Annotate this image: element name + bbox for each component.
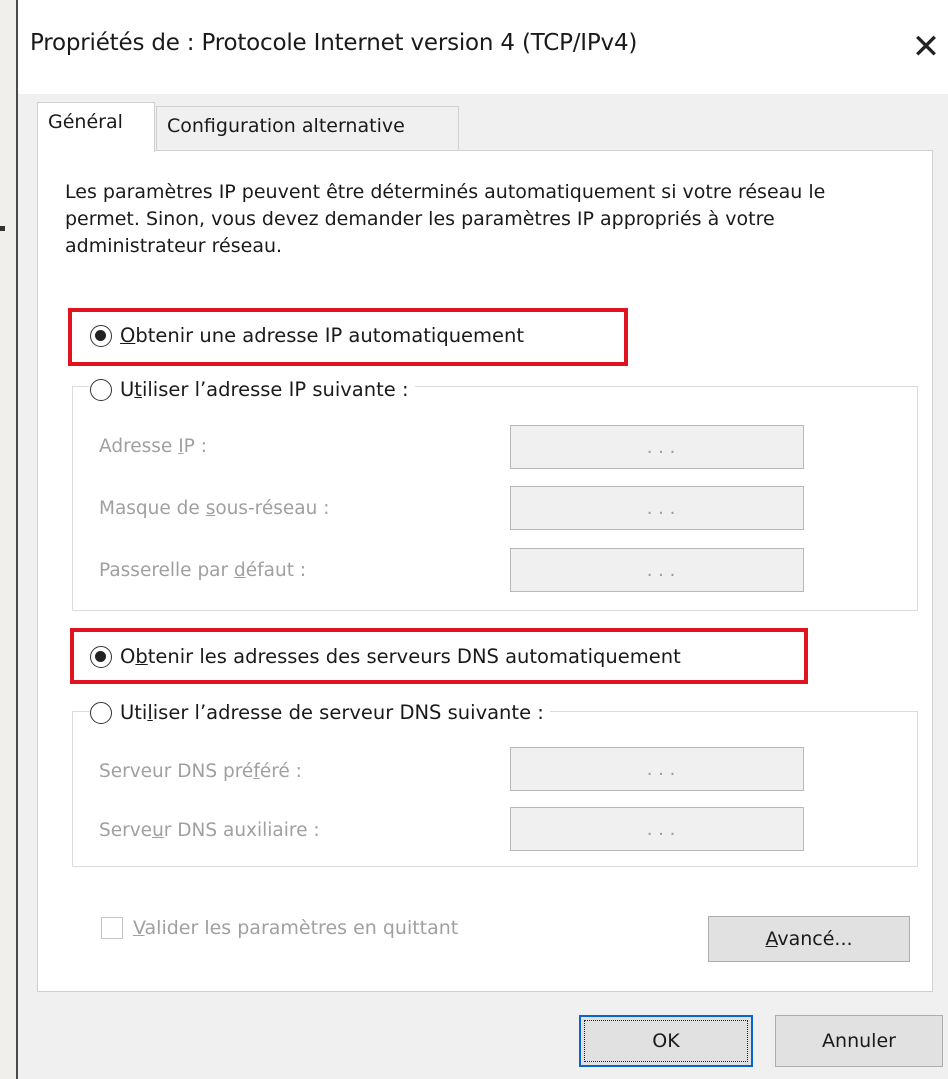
validate-on-exit-checkbox[interactable]: Valider les paramètres en quittant <box>101 917 458 939</box>
default-gateway-input[interactable]: . . . <box>510 548 804 592</box>
alternate-dns-label: Serveur DNS auxiliaire : <box>99 820 320 841</box>
radio-use-ip-manual[interactable]: Utiliser l’adresse IP suivante : <box>90 378 415 401</box>
default-gateway-label: Passerelle par défaut : <box>99 560 307 581</box>
advanced-button[interactable]: Avancé... <box>708 916 910 962</box>
tab-general[interactable]: Général <box>37 102 155 152</box>
tab-alternative-label: Configuration alternative <box>167 115 405 137</box>
background-mark <box>0 226 5 231</box>
radio-obtain-ip-auto[interactable]: Obtenir une adresse IP automatiquement <box>90 324 531 347</box>
focus-rectangle <box>584 1020 748 1062</box>
checkbox-unchecked[interactable] <box>101 917 123 939</box>
radio-button-checked[interactable] <box>90 324 112 347</box>
general-panel: Les paramètres IP peuvent être déterminé… <box>37 150 933 992</box>
radio-button-checked[interactable] <box>90 645 112 668</box>
radio-obtain-dns-auto[interactable]: Obtenir les adresses des serveurs DNS au… <box>90 645 687 668</box>
alternate-dns-input[interactable]: . . . <box>510 807 804 851</box>
title-bar: Propriétés de : Protocole Internet versi… <box>18 0 948 94</box>
subnet-mask-input[interactable]: . . . <box>510 486 804 530</box>
preferred-dns-label: Serveur DNS préféré : <box>99 761 302 782</box>
radio-button-unchecked[interactable] <box>90 378 112 401</box>
tab-general-label: Général <box>48 111 123 133</box>
subnet-mask-label: Masque de sous-réseau : <box>99 498 330 519</box>
obtain-dns-auto-label: Obtenir les adresses des serveurs DNS au… <box>120 645 681 668</box>
use-dns-manual-label: Utiliser l’adresse de serveur DNS suivan… <box>120 701 544 724</box>
ip-address-label: Adresse IP : <box>99 436 207 457</box>
radio-use-dns-manual[interactable]: Utiliser l’adresse de serveur DNS suivan… <box>90 701 550 724</box>
radio-button-unchecked[interactable] <box>90 701 112 724</box>
ip-address-input[interactable]: . . . <box>510 425 804 469</box>
close-icon[interactable]: ✕ <box>904 22 948 72</box>
obtain-ip-auto-label: Obtenir une adresse IP automatiquement <box>120 324 525 347</box>
window-title: Propriétés de : Protocole Internet versi… <box>30 30 638 56</box>
description-text: Les paramètres IP peuvent être déterminé… <box>65 181 826 257</box>
tab-alternative-configuration[interactable]: Configuration alternative <box>156 106 459 150</box>
ok-button[interactable]: OK <box>579 1015 753 1067</box>
use-ip-manual-label: Utiliser l’adresse IP suivante : <box>120 378 409 401</box>
tcpip-properties-dialog: Propriétés de : Protocole Internet versi… <box>16 0 948 1079</box>
cancel-button[interactable]: Annuler <box>775 1015 943 1067</box>
validate-on-exit-label: Valider les paramètres en quittant <box>133 917 459 939</box>
preferred-dns-input[interactable]: . . . <box>510 747 804 791</box>
cancel-label: Annuler <box>822 1030 896 1052</box>
